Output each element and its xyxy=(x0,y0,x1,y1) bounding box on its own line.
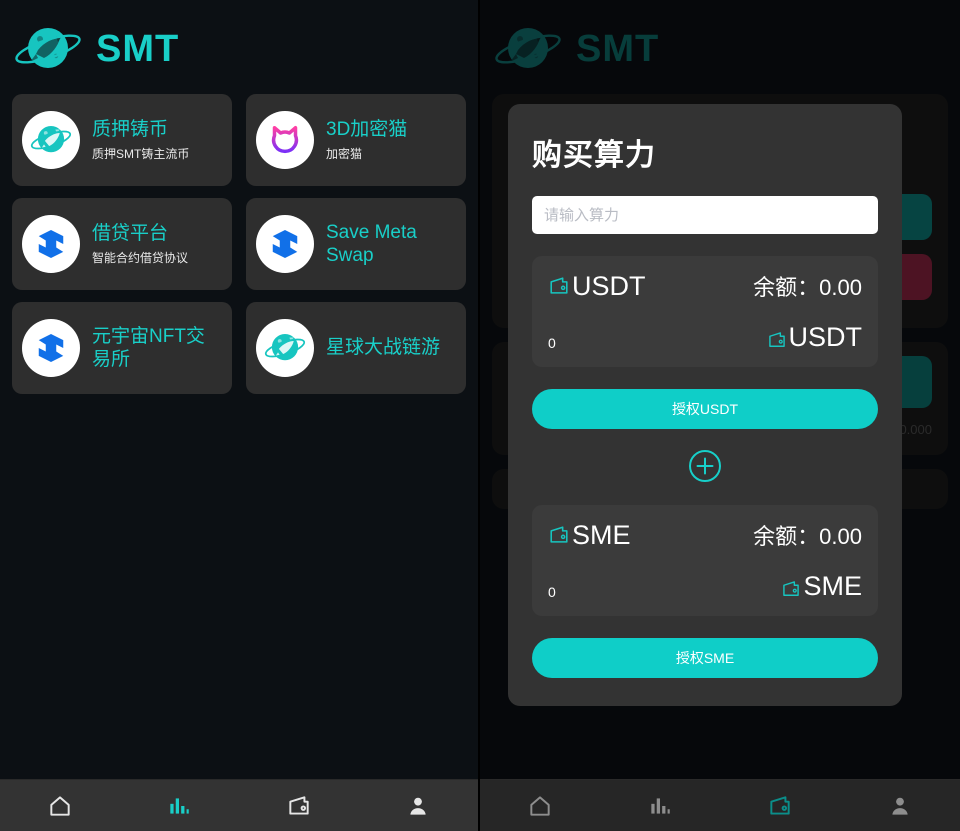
token-box-sme: SME 余额：0.00 0 SME xyxy=(532,505,878,616)
app-card-title: 质押铸币 xyxy=(92,119,169,141)
app-card-star-war-chain-game[interactable]: 星球大战链游 xyxy=(246,302,466,394)
app-card-zhiya-zhubi[interactable]: 质押铸币 质押SMT铸主流币 xyxy=(12,94,232,186)
app-card-title: Save Meta Swap xyxy=(326,221,417,266)
tab-chart[interactable] xyxy=(120,780,240,831)
token-quantity: 0 xyxy=(548,584,556,600)
plus-circle-icon[interactable] xyxy=(688,449,722,483)
token-symbol-group: USDT xyxy=(548,270,646,301)
app-title: SMT xyxy=(96,28,180,70)
wallet-icon xyxy=(548,275,570,297)
token-bottom-row: 0 USDT xyxy=(548,322,863,352)
token-balance-value: 0.00 xyxy=(819,524,862,549)
tabbar-left xyxy=(0,779,478,831)
add-token-row xyxy=(532,449,878,483)
app-card-subtitle: 智能合约借贷协议 xyxy=(92,251,189,266)
token-bottom-row: 0 SME xyxy=(548,573,862,601)
buy-hashrate-modal: 购买算力 USDT 余额：0.00 xyxy=(508,104,902,706)
token-balance: 余额：0.00 xyxy=(753,519,862,551)
crypto-cat-icon xyxy=(256,111,314,169)
token-symbol: USDT xyxy=(572,270,646,301)
tab-wallet[interactable] xyxy=(239,780,359,831)
planet-rocket-icon xyxy=(12,22,84,76)
s-hex-logo-icon xyxy=(256,215,314,273)
app-card-title: 元宇宙NFT交易所 xyxy=(92,325,205,370)
tabbar-right xyxy=(480,779,960,831)
planet-rocket-icon xyxy=(256,319,314,377)
token-symbol-group-bottom: SME xyxy=(781,573,862,600)
s-hex-logo-icon xyxy=(22,319,80,377)
token-quantity: 0 xyxy=(548,335,556,351)
token-box-usdt: USDT 余额：0.00 0 USDT xyxy=(532,256,878,367)
s-hex-logo-icon xyxy=(22,215,80,273)
tab-chart[interactable] xyxy=(600,780,720,831)
app-card-grid: 质押铸币 质押SMT铸主流币 3D加密猫 加密猫 借贷平台 智能合约借贷协议 S… xyxy=(0,94,478,394)
dual-screenshot-wrapper: SMT 质押铸币 质押SMT铸主流币 3D加密猫 加密猫 借贷平台 智能合约借贷… xyxy=(0,0,960,831)
wallet-icon xyxy=(548,524,570,546)
tab-profile[interactable] xyxy=(840,780,960,831)
app-card-subtitle: 质押SMT铸主流币 xyxy=(92,147,190,162)
app-card-title: 借贷平台 xyxy=(92,223,169,245)
tab-profile[interactable] xyxy=(359,780,479,831)
token-symbol-group: SME xyxy=(548,519,631,550)
app-card-metaverse-nft-market[interactable]: 元宇宙NFT交易所 xyxy=(12,302,232,394)
app-card-texts: 星球大战链游 xyxy=(326,336,440,359)
token-balance-label: 余额： xyxy=(753,524,820,549)
token-symbol-group-bottom: USDT xyxy=(767,322,863,352)
app-card-texts: 质押铸币 质押SMT铸主流币 xyxy=(92,118,189,162)
token-symbol: SME xyxy=(803,571,862,601)
app-card-title: 3D加密猫 xyxy=(326,119,408,141)
token-balance: 余额：0.00 xyxy=(753,270,862,302)
token-top-row: SME 余额：0.00 xyxy=(548,519,862,551)
app-card-lending-platform[interactable]: 借贷平台 智能合约借贷协议 xyxy=(12,198,232,290)
token-symbol: SME xyxy=(572,519,631,550)
approve-sme-button[interactable]: 授权SME xyxy=(532,638,878,678)
tab-home[interactable] xyxy=(480,780,600,831)
app-card-title: 星球大战链游 xyxy=(326,337,441,359)
token-symbol: USDT xyxy=(788,322,863,352)
tab-home[interactable] xyxy=(0,780,120,831)
wallet-icon xyxy=(781,577,801,597)
hashrate-amount-input[interactable] xyxy=(532,196,878,234)
planet-rocket-icon xyxy=(22,111,80,169)
left-panel: SMT 质押铸币 质押SMT铸主流币 3D加密猫 加密猫 借贷平台 智能合约借贷… xyxy=(0,0,480,831)
right-panel: SMT S S 累计收益（*） 0.000 xyxy=(480,0,960,831)
token-top-row: USDT 余额：0.00 xyxy=(548,270,862,302)
app-card-texts: Save Meta Swap xyxy=(326,221,456,267)
app-card-texts: 3D加密猫 加密猫 xyxy=(326,118,407,162)
app-card-3d-crypto-cat[interactable]: 3D加密猫 加密猫 xyxy=(246,94,466,186)
app-card-subtitle: 加密猫 xyxy=(326,147,363,162)
app-card-texts: 元宇宙NFT交易所 xyxy=(92,325,222,371)
token-balance-label: 余额： xyxy=(753,275,820,300)
token-balance-value: 0.00 xyxy=(819,275,862,300)
wallet-icon xyxy=(767,328,787,348)
app-card-texts: 借贷平台 智能合约借贷协议 xyxy=(92,222,188,266)
tab-wallet[interactable] xyxy=(720,780,840,831)
app-card-save-meta-swap[interactable]: Save Meta Swap xyxy=(246,198,466,290)
app-header-left: SMT xyxy=(0,0,478,94)
modal-title: 购买算力 xyxy=(532,139,656,172)
approve-usdt-button[interactable]: 授权USDT xyxy=(532,389,878,429)
